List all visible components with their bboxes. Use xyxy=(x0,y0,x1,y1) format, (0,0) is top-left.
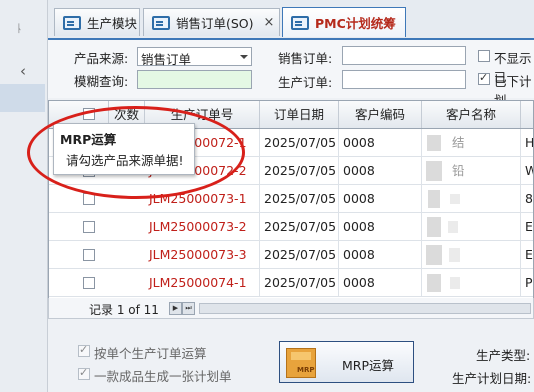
sales-order-label: 销售订单: xyxy=(278,51,333,66)
one-plan-checkbox[interactable] xyxy=(78,366,90,380)
module-icon xyxy=(291,15,309,30)
tab-strip: 生产模块 销售订单(SO) × PMC计划统筹 xyxy=(48,0,534,40)
customer-code-cell: 0008 xyxy=(339,241,422,268)
extra-cell: W xyxy=(521,157,533,184)
customer-code-cell: 0008 xyxy=(339,157,422,184)
customer-code-cell: 0008 xyxy=(339,213,422,240)
order-no-cell: JLM25000074-1 xyxy=(145,269,260,296)
table-row[interactable]: JLM25000074-1 2025/07/05 0008 P xyxy=(49,269,533,297)
order-no-cell: JLM25000073-2 xyxy=(145,213,260,240)
sales-order-input[interactable] xyxy=(342,46,466,65)
last-page-button[interactable]: ⏭ xyxy=(182,302,195,315)
extra-cell: E xyxy=(521,241,533,268)
order-no-cell: JLM25000073-3 xyxy=(145,241,260,268)
col-customer-code[interactable]: 客户编码 xyxy=(339,101,422,128)
plan-date-label: 生产计划日期: xyxy=(452,371,532,386)
record-count: 记录 1 of 11 xyxy=(89,303,159,317)
order-date-cell: 2025/07/05 xyxy=(260,213,339,240)
customer-name-fragment: 结 xyxy=(452,135,465,150)
source-value: 销售订单 xyxy=(141,52,192,67)
grid-pager: 记录 1 of 11 ▶ ⏭ xyxy=(48,298,534,319)
mrp-run-label: MRP运算 xyxy=(342,358,395,373)
close-icon[interactable]: × xyxy=(264,15,275,30)
fuzzy-label: 模糊查询: xyxy=(74,74,129,89)
next-page-button[interactable]: ▶ xyxy=(169,302,182,315)
customer-name-cell xyxy=(422,269,521,296)
tab-pmc-planning[interactable]: PMC计划统筹 xyxy=(282,7,406,37)
collapse-icon[interactable]: ‹ xyxy=(20,62,26,80)
customer-name-cell: 铅 xyxy=(422,157,521,184)
row-checkbox[interactable] xyxy=(83,277,95,289)
table-row[interactable]: JLM25000073-3 2025/07/05 0008 E xyxy=(49,241,533,269)
production-order-input[interactable] xyxy=(342,70,466,89)
fuzzy-search-input[interactable] xyxy=(137,70,252,89)
single-order-checkbox[interactable] xyxy=(78,343,90,357)
redacted-block xyxy=(428,190,440,208)
redacted-block xyxy=(427,274,441,292)
redacted-block xyxy=(449,248,460,262)
filter-form: 产品来源: 销售订单 模糊查询: 销售订单: 生产订单: 不显示已 已下计划 xyxy=(48,40,534,108)
redacted-block xyxy=(426,245,442,265)
extra-cell: H xyxy=(521,129,533,156)
redacted-block xyxy=(427,135,441,151)
pin-icon[interactable]: ᚿ xyxy=(16,22,23,35)
redacted-block xyxy=(450,194,460,204)
production-order-label: 生产订单: xyxy=(278,75,333,90)
order-date-cell: 2025/07/05 xyxy=(260,269,339,296)
col-order-date[interactable]: 订单日期 xyxy=(260,101,339,128)
order-date-cell: 2025/07/05 xyxy=(260,185,339,212)
box-icon-label: MRP xyxy=(297,366,315,374)
horizontal-scrollbar[interactable] xyxy=(199,303,531,314)
source-label: 产品来源: xyxy=(74,51,129,66)
order-date-cell: 2025/07/05 xyxy=(260,241,339,268)
mrp-run-button[interactable]: MRP MRP运算 xyxy=(279,341,414,383)
customer-code-cell: 0008 xyxy=(339,185,422,212)
customer-code-cell: 0008 xyxy=(339,129,422,156)
extra-cell: P xyxy=(521,269,533,296)
tab-label: PMC计划统筹 xyxy=(315,16,396,31)
tab-label: 销售订单(SO) xyxy=(176,16,254,31)
redacted-block xyxy=(427,217,441,237)
single-order-label: 按单个生产订单运算 xyxy=(94,346,207,361)
left-nav-rail: ᚿ ‹ xyxy=(0,0,48,392)
order-date-cell: 2025/07/05 xyxy=(260,129,339,156)
col-customer-name[interactable]: 客户名称 xyxy=(422,101,521,128)
one-plan-label: 一款成品生成一张计划单 xyxy=(94,369,232,384)
production-type-label: 生产类型: xyxy=(476,348,531,363)
module-icon xyxy=(63,15,81,30)
chevron-down-icon xyxy=(240,55,248,59)
col-extra[interactable] xyxy=(521,101,533,128)
extra-cell: 8 xyxy=(521,185,533,212)
customer-code-cell: 0008 xyxy=(339,269,422,296)
redacted-block xyxy=(450,277,460,289)
module-icon xyxy=(152,15,170,30)
hide-checkbox[interactable] xyxy=(478,50,490,62)
order-date-cell: 2025/07/05 xyxy=(260,157,339,184)
source-select[interactable]: 销售订单 xyxy=(137,47,252,67)
row-checkbox[interactable] xyxy=(83,221,95,233)
redacted-block xyxy=(448,221,458,233)
annotation-ellipse xyxy=(27,106,245,199)
box-icon: MRP xyxy=(286,348,316,378)
extra-cell: E xyxy=(521,213,533,240)
table-row[interactable]: JLM25000073-2 2025/07/05 0008 E xyxy=(49,213,533,241)
tab-sales-order[interactable]: 销售订单(SO) × xyxy=(143,8,280,36)
tab-label: 生产模块 xyxy=(87,16,138,31)
customer-name-cell: 结 xyxy=(422,129,521,156)
rail-selected-item[interactable] xyxy=(0,84,45,112)
customer-name-cell xyxy=(422,213,521,240)
customer-name-fragment: 铅 xyxy=(452,163,465,178)
redacted-block xyxy=(426,161,442,181)
row-checkbox[interactable] xyxy=(83,249,95,261)
tab-production-module[interactable]: 生产模块 xyxy=(54,8,140,36)
customer-name-cell xyxy=(422,185,521,212)
customer-name-cell xyxy=(422,241,521,268)
issued-plan-checkbox[interactable] xyxy=(478,71,490,85)
